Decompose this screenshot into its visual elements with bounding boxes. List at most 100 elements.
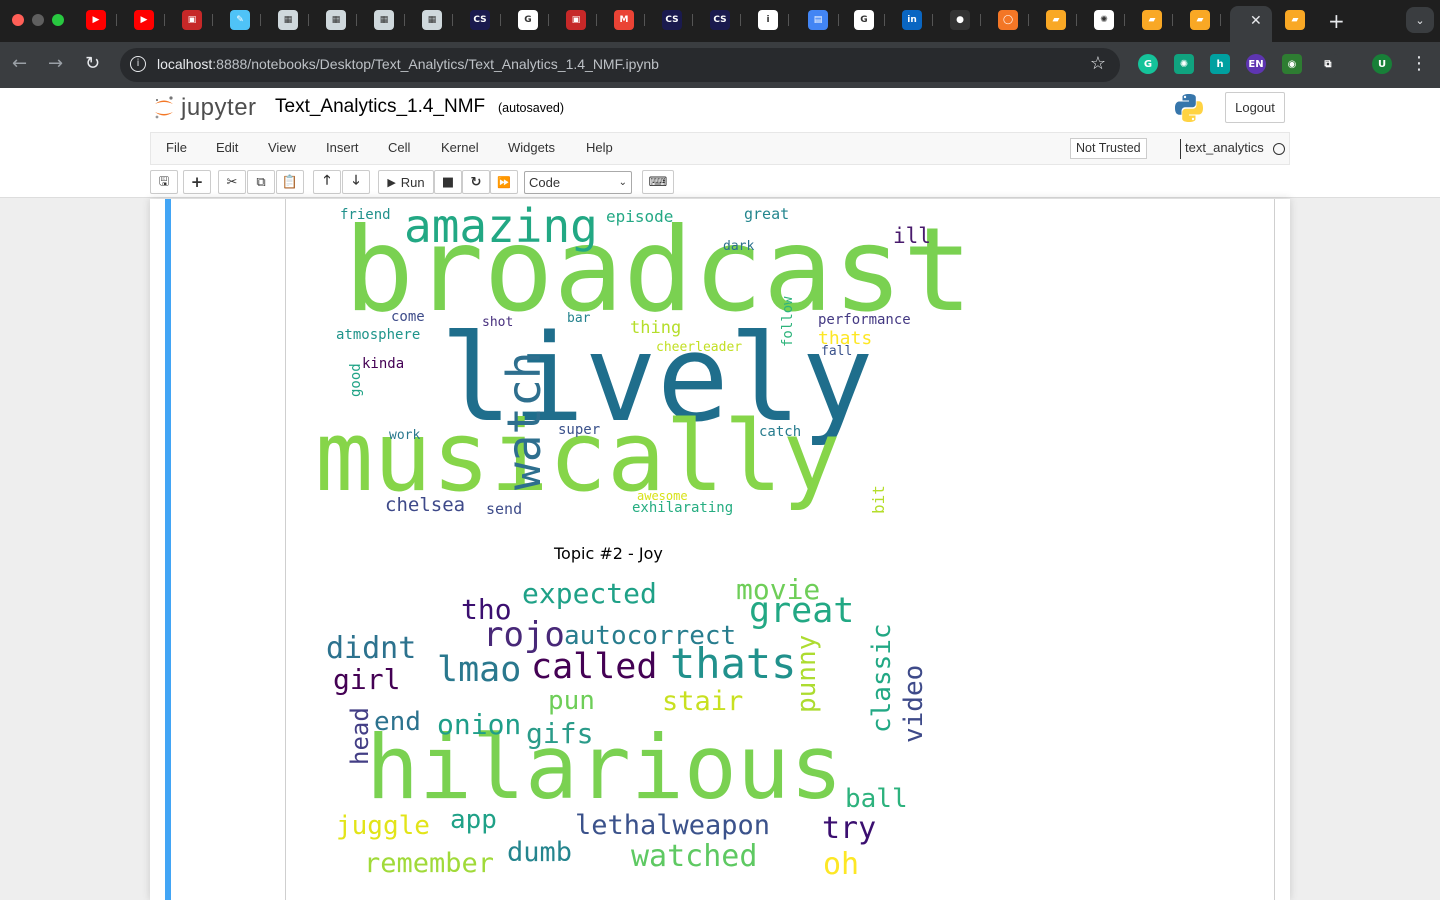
word-girl: girl <box>333 663 400 696</box>
minimize-window-button[interactable] <box>32 14 44 26</box>
menu-kernel[interactable]: Kernel <box>441 140 479 155</box>
pdf-icon[interactable]: ▣ <box>182 10 202 30</box>
word-head: head <box>346 707 374 765</box>
word-remember: remember <box>364 848 494 879</box>
move-up-button[interactable]: 🡑 <box>313 170 341 194</box>
chatgpt-ext-icon[interactable]: ✺ <box>1174 54 1194 74</box>
forward-button[interactable]: → <box>48 54 63 74</box>
active-tab[interactable]: ✕ <box>1230 6 1272 42</box>
kernel-divider <box>1180 139 1181 159</box>
pdf-icon[interactable]: ▣ <box>566 10 586 30</box>
insert-cell-button[interactable]: + <box>183 170 211 194</box>
tab-search-button[interactable]: ⌄ <box>1406 7 1434 33</box>
book-icon[interactable]: ▰ <box>1285 10 1305 30</box>
info-icon[interactable]: i <box>758 10 778 30</box>
google-icon[interactable]: G <box>518 10 538 30</box>
gmail-icon[interactable]: M <box>614 10 634 30</box>
scissors-icon: ✂ <box>226 174 238 190</box>
tab-separator <box>212 14 213 26</box>
new-tab-button[interactable]: + <box>1328 9 1345 33</box>
word-classic: classic <box>867 623 897 733</box>
paste-cell-button[interactable]: 📋 <box>276 170 304 194</box>
menu-insert[interactable]: Insert <box>326 140 359 155</box>
cut-cell-button[interactable]: ✂ <box>218 170 246 194</box>
menu-widgets[interactable]: Widgets <box>508 140 555 155</box>
jupyter-logo[interactable]: jupyter <box>153 94 257 122</box>
notebook-toolbar: 🖫 + ✂ ⧉ 📋 🡑 🡓 ▶ Run ■ ↻ ⏩ Code ⌄ ⌨ <box>150 168 1290 196</box>
word-send: send <box>486 500 522 518</box>
news-icon[interactable]: ▦ <box>422 10 442 30</box>
close-window-button[interactable] <box>12 14 24 26</box>
tab-separator <box>692 14 693 26</box>
cell-type-select[interactable]: Code ⌄ <box>524 171 632 194</box>
word-juggle: juggle <box>336 811 430 841</box>
menu-file[interactable]: File <box>166 140 187 155</box>
linkedin-icon[interactable]: in <box>902 10 922 30</box>
move-down-button[interactable]: 🡓 <box>342 170 370 194</box>
tab-separator <box>260 14 261 26</box>
save-icon: 🖫 <box>158 173 170 188</box>
tab-separator <box>838 14 839 26</box>
tab-separator <box>164 14 165 26</box>
not-trusted-button[interactable]: Not Trusted <box>1070 138 1147 159</box>
tab-separator <box>980 14 981 26</box>
news-icon[interactable]: ▦ <box>278 10 298 30</box>
tab-separator <box>356 14 357 26</box>
word-great: great <box>744 205 789 223</box>
back-button[interactable]: ← <box>12 54 27 74</box>
run-button[interactable]: ▶ Run <box>378 170 434 194</box>
jupyter-logo-icon <box>155 96 173 119</box>
copy-cell-button[interactable]: ⧉ <box>247 170 275 194</box>
maximize-window-button[interactable] <box>52 14 64 26</box>
jupyter-icon[interactable]: ◯ <box>998 10 1018 30</box>
notebook-name[interactable]: Text_Analytics_1.4_NMF <box>275 96 485 118</box>
profile-avatar[interactable]: U <box>1372 54 1392 74</box>
interrupt-button[interactable]: ■ <box>434 170 462 194</box>
address-bar[interactable]: i localhost:8888/notebooks/Desktop/Text_… <box>120 48 1120 82</box>
puzzle-icon[interactable]: ⧉ <box>1318 54 1338 74</box>
word-dark: dark <box>723 239 754 254</box>
game-icon[interactable]: ◉ <box>1282 54 1302 74</box>
news-icon[interactable]: ▦ <box>374 10 394 30</box>
book-icon[interactable]: ▰ <box>1046 10 1066 30</box>
reload-button[interactable]: ↻ <box>85 54 100 74</box>
grammarly-icon[interactable]: G <box>1138 54 1158 74</box>
tab-separator <box>1220 14 1221 26</box>
close-tab-icon[interactable]: ✕ <box>1250 12 1262 29</box>
cs-icon[interactable]: CS <box>662 10 682 30</box>
kernel-name[interactable]: text_analytics <box>1185 140 1264 155</box>
menu-view[interactable]: View <box>268 140 296 155</box>
chatgpt-icon[interactable]: ✺ <box>1094 10 1114 30</box>
word-chelsea: chelsea <box>385 494 465 516</box>
logout-button[interactable]: Logout <box>1225 92 1285 123</box>
word-fall: fall <box>821 344 852 359</box>
bookmark-star-icon[interactable]: ☆ <box>1090 53 1106 74</box>
feather-icon[interactable]: ✎ <box>230 10 250 30</box>
tab-separator <box>1076 14 1077 26</box>
restart-button[interactable]: ↻ <box>462 170 490 194</box>
cs-icon[interactable]: CS <box>470 10 490 30</box>
calendar-icon[interactable]: ▤ <box>808 10 828 30</box>
youtube-icon[interactable]: ▶ <box>134 10 154 30</box>
word-autocorrect: autocorrect <box>564 621 736 651</box>
browser-menu-icon[interactable]: ⋮ <box>1410 54 1428 74</box>
youtube-icon[interactable]: ▶ <box>86 10 106 30</box>
command-palette-button[interactable]: ⌨ <box>642 170 674 194</box>
book-icon[interactable]: ▰ <box>1190 10 1210 30</box>
menu-edit[interactable]: Edit <box>216 140 238 155</box>
news-icon[interactable]: ▦ <box>326 10 346 30</box>
copy-icon: ⧉ <box>256 174 266 190</box>
restart-run-all-button[interactable]: ⏩ <box>490 170 518 194</box>
save-button[interactable]: 🖫 <box>150 170 178 194</box>
book-icon[interactable]: ▰ <box>1142 10 1162 30</box>
menu-help[interactable]: Help <box>586 140 613 155</box>
github-icon[interactable]: ● <box>950 10 970 30</box>
translate-icon[interactable]: EN <box>1246 54 1266 74</box>
honey-icon[interactable]: h <box>1210 54 1230 74</box>
menu-cell[interactable]: Cell <box>388 140 410 155</box>
site-info-icon[interactable]: i <box>130 56 146 72</box>
cs-icon[interactable]: CS <box>710 10 730 30</box>
google-icon[interactable]: G <box>854 10 874 30</box>
word-kinda: kinda <box>362 356 404 372</box>
url-text[interactable]: localhost:8888/notebooks/Desktop/Text_An… <box>157 56 659 72</box>
